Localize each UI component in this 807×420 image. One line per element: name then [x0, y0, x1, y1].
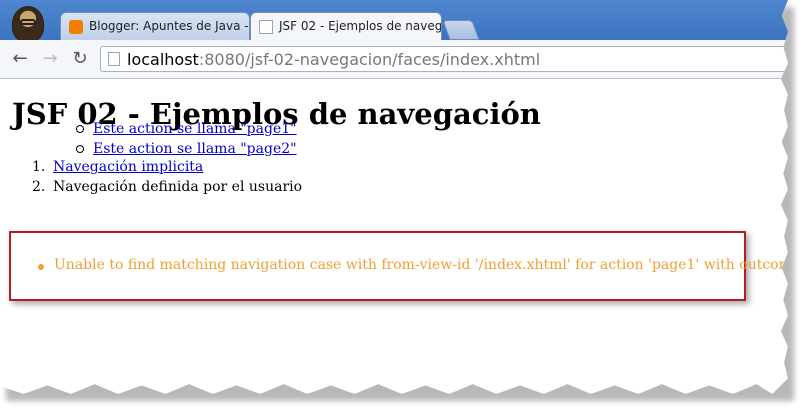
user-avatar-icon[interactable]: [12, 6, 44, 42]
reload-icon[interactable]: ↻: [68, 48, 92, 70]
link-action-page2[interactable]: Este action se llama "page2": [93, 139, 297, 159]
url-host: localhost: [127, 50, 199, 69]
list-number: 1.: [32, 159, 46, 175]
blogger-icon: [69, 20, 83, 34]
tab-jsf[interactable]: JSF 02 - Ejemplos de navega: [250, 12, 442, 40]
circle-bullet-icon: [76, 145, 84, 153]
error-message-box: Unable to find matching navigation case …: [9, 231, 788, 301]
list-number: 2.: [32, 179, 46, 195]
error-message: Unable to find matching navigation case …: [54, 257, 788, 273]
page-content: JSF 02 - Ejemplos de navegación 1. Naveg…: [0, 79, 788, 394]
circle-bullet-icon: [76, 125, 84, 133]
url-text: localhost:8080/jsf-02-navegacion/faces/i…: [127, 50, 540, 69]
page-icon: [259, 20, 273, 34]
page-icon: [108, 52, 120, 66]
new-tab-button[interactable]: [442, 20, 480, 40]
toolbar: ← → ↻ localhost:8080/jsf-02-navegacion/f…: [0, 40, 788, 79]
tab-label: Blogger: Apuntes de Java - E: [89, 19, 250, 33]
tab-blogger[interactable]: Blogger: Apuntes de Java - E: [60, 12, 250, 40]
forward-arrow-icon[interactable]: →: [38, 48, 62, 70]
browser-window: Blogger: Apuntes de Java - E JSF 02 - Ej…: [0, 0, 788, 394]
list-item-label: Navegación definida por el usuario: [53, 179, 303, 195]
tab-label: JSF 02 - Ejemplos de navega: [279, 19, 442, 33]
link-navegacion-implicita[interactable]: Navegación implicita: [53, 157, 203, 177]
title-bar: Blogger: Apuntes de Java - E JSF 02 - Ej…: [0, 0, 788, 42]
address-bar[interactable]: localhost:8080/jsf-02-navegacion/faces/i…: [100, 46, 788, 72]
link-action-page1[interactable]: Este action se llama "page1": [93, 119, 297, 139]
url-path: :8080/jsf-02-navegacion/faces/index.xhtm…: [198, 50, 541, 69]
bullet-icon: [38, 264, 44, 270]
back-arrow-icon[interactable]: ←: [8, 48, 32, 70]
